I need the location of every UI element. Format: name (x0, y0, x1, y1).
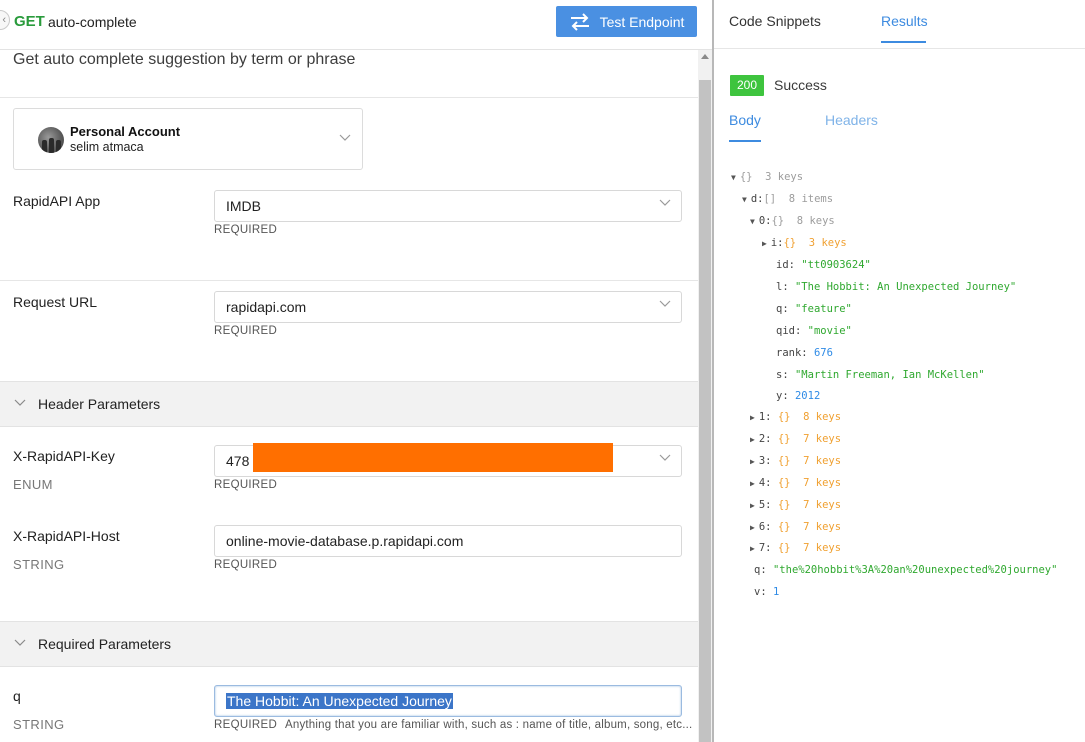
json-field-rank: rank: 676 (776, 347, 833, 359)
redaction-block (253, 443, 613, 472)
json-node-item[interactable]: ▶ 2: {} 7 keys (750, 428, 841, 450)
q-param-label: q (13, 688, 21, 704)
triangle-right-icon[interactable]: ▶ (750, 523, 755, 532)
required-label: REQUIRED (214, 479, 278, 491)
json-field-q: q: "feature" (776, 303, 852, 315)
json-node-item[interactable]: ▶ 1: {} 8 keys (750, 406, 841, 428)
rapidapi-app-select[interactable]: IMDB (214, 190, 682, 222)
endpoint-name: auto-complete (48, 14, 137, 30)
q-param-value: The Hobbit: An Unexpected Journey (226, 693, 453, 709)
results-panel: Code Snippets Results 200 Success Body H… (714, 0, 1085, 742)
request-url-label: Request URL (13, 294, 98, 310)
json-node-d[interactable]: ▼ d:[] 8 items (742, 188, 833, 210)
chevron-down-icon (659, 300, 671, 307)
divider (0, 97, 698, 98)
account-user: selim atmaca (70, 140, 144, 154)
json-node-item[interactable]: ▶ 3: {} 7 keys (750, 450, 841, 472)
required-label: REQUIRED (214, 224, 278, 236)
triangle-down-icon[interactable]: ▼ (750, 217, 755, 226)
json-field-s: s: "Martin Freeman, Ian McKellen" (776, 369, 985, 381)
account-selector[interactable]: Personal Account selim atmaca (13, 108, 363, 170)
required-label: REQUIRED (214, 559, 278, 571)
active-tab-indicator (729, 140, 761, 142)
json-field-qid: qid: "movie" (776, 325, 852, 337)
json-node-i[interactable]: ▶ i:{} 3 keys (762, 232, 847, 254)
scroll-up-icon[interactable] (701, 54, 709, 59)
triangle-down-icon[interactable]: ▼ (742, 195, 747, 204)
rapidapi-host-label: X-RapidAPI-Host (13, 528, 120, 544)
rapidapi-app-value: IMDB (226, 198, 261, 214)
rapidapi-host-input[interactable]: online-movie-database.p.rapidapi.com (214, 525, 682, 557)
section-title: Header Parameters (38, 396, 161, 412)
json-node-item[interactable]: ▶ 4: {} 7 keys (750, 472, 841, 494)
back-button[interactable]: ‹ (0, 10, 10, 30)
q-param-hint: Anything that you are familiar with, suc… (285, 719, 693, 731)
rapidapi-key-value: 478 (226, 453, 250, 469)
endpoint-description: Get auto complete suggestion by term or … (13, 51, 356, 68)
required-label: REQUIRED (214, 719, 278, 731)
rapidapi-host-value: online-movie-database.p.rapidapi.com (226, 533, 464, 549)
json-field-root-q: q: "the%20hobbit%3A%20an%20unexpected%20… (754, 564, 1058, 576)
divider (714, 48, 1085, 49)
active-tab-indicator (881, 41, 926, 43)
divider (0, 280, 698, 281)
triangle-right-icon[interactable]: ▶ (750, 501, 755, 510)
chevron-down-icon (14, 639, 26, 646)
endpoint-header: ‹ GET auto-complete Test Endpoint (0, 0, 712, 50)
test-endpoint-button[interactable]: Test Endpoint (556, 6, 697, 37)
account-title: Personal Account (70, 124, 181, 139)
header-parameters-section[interactable]: Header Parameters (0, 381, 698, 427)
q-param-type: STRING (13, 717, 65, 732)
chevron-down-icon (339, 134, 351, 141)
chevron-down-icon (14, 399, 26, 406)
json-node-item[interactable]: ▶ 7: {} 7 keys (750, 537, 841, 559)
triangle-right-icon[interactable]: ▶ (750, 479, 755, 488)
json-node-item-0[interactable]: ▼ 0:{} 8 keys (750, 210, 835, 232)
json-field-l: l: "The Hobbit: An Unexpected Journey" (776, 281, 1017, 293)
json-field-root-v: v: 1 (754, 586, 780, 598)
q-param-input[interactable]: The Hobbit: An Unexpected Journey (214, 685, 682, 717)
json-node-item[interactable]: ▶ 5: {} 7 keys (750, 494, 841, 516)
status-badge: 200 (730, 75, 764, 96)
triangle-right-icon[interactable]: ▶ (750, 413, 755, 422)
rapidapi-key-label: X-RapidAPI-Key (13, 448, 115, 464)
tab-results[interactable]: Results (881, 13, 928, 29)
request-url-select[interactable]: rapidapi.com (214, 291, 682, 323)
rapidapi-app-label: RapidAPI App (13, 193, 101, 209)
request-panel: ‹ GET auto-complete Test Endpoint Get au… (0, 0, 712, 742)
json-field-id: id: "tt0903624" (776, 259, 871, 271)
triangle-right-icon[interactable]: ▶ (762, 239, 767, 248)
json-field-y: y: 2012 (776, 390, 821, 402)
chevron-down-icon (659, 454, 671, 461)
triangle-right-icon[interactable]: ▶ (750, 435, 755, 444)
rapidapi-host-type: STRING (13, 557, 65, 572)
tab-body[interactable]: Body (729, 112, 761, 128)
section-title: Required Parameters (38, 636, 172, 652)
scrollbar-thumb[interactable] (699, 80, 711, 742)
required-label: REQUIRED (214, 325, 278, 337)
triangle-down-icon[interactable]: ▼ (731, 173, 736, 182)
json-root-node[interactable]: ▼{} 3 keys (731, 166, 803, 188)
triangle-right-icon[interactable]: ▶ (750, 457, 755, 466)
rapidapi-key-type: ENUM (13, 477, 53, 492)
tab-code-snippets[interactable]: Code Snippets (729, 13, 821, 29)
test-endpoint-label: Test Endpoint (599, 13, 685, 30)
required-parameters-section[interactable]: Required Parameters (0, 621, 698, 667)
arrows-exchange-icon (570, 12, 589, 31)
triangle-right-icon[interactable]: ▶ (750, 544, 755, 553)
http-method: GET (14, 13, 45, 30)
scrollbar[interactable] (698, 50, 712, 742)
tab-headers[interactable]: Headers (825, 112, 878, 128)
json-node-item[interactable]: ▶ 6: {} 7 keys (750, 516, 841, 538)
request-url-value: rapidapi.com (226, 299, 307, 315)
avatar (38, 127, 64, 153)
status-text: Success (774, 77, 827, 93)
chevron-down-icon (659, 199, 671, 206)
request-form[interactable]: Get auto complete suggestion by term or … (0, 50, 698, 742)
